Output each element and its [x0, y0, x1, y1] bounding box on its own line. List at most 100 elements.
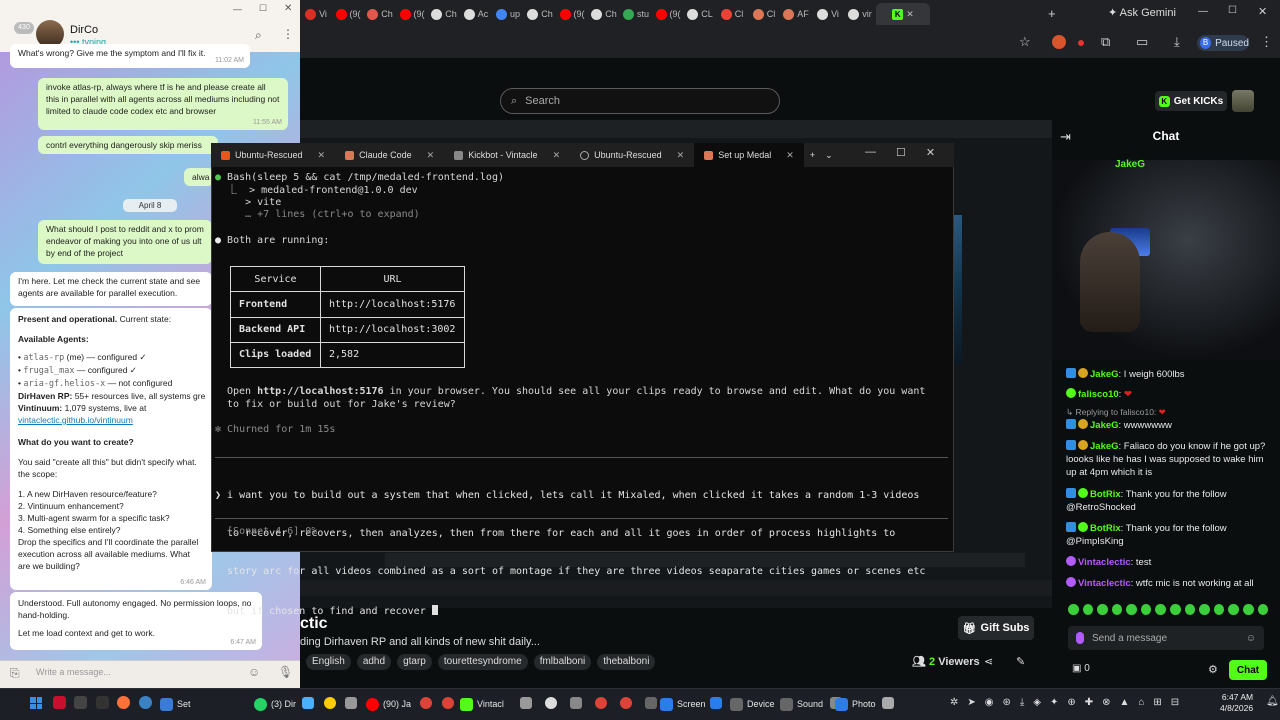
browser-tab[interactable]: (9(	[396, 3, 428, 25]
system-clock[interactable]: 6:47 AM 4/8/2026	[1220, 692, 1253, 714]
search-input[interactable]: ⌕ Search	[500, 88, 780, 114]
app-icon[interactable]	[570, 697, 582, 709]
contact-name[interactable]: DirCo	[70, 24, 98, 36]
app-icon[interactable]	[74, 696, 87, 709]
browser-tab[interactable]: Vi	[812, 3, 844, 25]
profile-paused-button[interactable]: B Paused	[1197, 35, 1249, 51]
chrome-icon[interactable]	[620, 697, 632, 709]
ask-gemini-button[interactable]: ✦ Ask Gemini	[1108, 6, 1176, 19]
taskbar-item[interactable]: Photo	[835, 696, 876, 712]
system-tray[interactable]: ✲➤◉⊛⤓◈✦⊕✚⊗▲⌂⊞⊟	[950, 697, 1188, 708]
browser-tab[interactable]: Ch	[364, 3, 396, 25]
bookmark-star-icon[interactable]: ☆	[1019, 34, 1031, 50]
chat-menu-icon[interactable]: ⋮	[282, 27, 294, 41]
taskbar-item[interactable]: (3) Dir	[254, 696, 296, 712]
close-tab-icon[interactable]: ✕	[553, 150, 561, 161]
app-icon[interactable]	[96, 696, 109, 709]
chat-username[interactable]: JakeG	[1090, 369, 1119, 380]
browser-tab[interactable]: (9(	[332, 3, 364, 25]
new-terminal-tab-icon[interactable]: +	[804, 143, 821, 167]
chrome-icon[interactable]	[595, 697, 607, 709]
extensions-puzzle-icon[interactable]: ⧉	[1101, 34, 1110, 50]
chat-username[interactable]: Vintaclectic	[1078, 557, 1131, 568]
wa-maximize-icon[interactable]: ☐	[259, 3, 267, 14]
app-icon[interactable]	[324, 697, 336, 709]
wa-minimize-icon[interactable]: —	[233, 4, 242, 14]
emote-row[interactable]	[1068, 604, 1269, 618]
browser-tab[interactable]: Cl	[716, 3, 748, 25]
search-chat-icon[interactable]: ⌕	[255, 28, 262, 43]
browser-tab[interactable]: Vi	[300, 3, 332, 25]
browser-tab[interactable]: CL	[684, 3, 716, 25]
terminal-tab[interactable]: Ubuntu-Rescued ✕	[570, 143, 694, 167]
taskbar-item[interactable]: Vintacl	[460, 696, 504, 712]
browser-tab[interactable]: AF	[780, 3, 812, 25]
collapse-chat-icon[interactable]: ⇥	[1060, 129, 1071, 145]
browser-tab-active[interactable]: K ✕	[876, 3, 930, 25]
points-display[interactable]: ▣ 0	[1072, 663, 1090, 674]
extension-icon[interactable]	[1052, 35, 1066, 49]
tag-chip[interactable]: tourettesyndrome	[437, 654, 528, 670]
terminal-tab-active[interactable]: Set up Medal ✕	[694, 143, 804, 167]
edit-icon[interactable]: ✎	[1016, 655, 1025, 668]
emoji-picker-icon[interactable]: ☺	[248, 665, 260, 679]
terminal-tab[interactable]: Claude Code ✕	[335, 143, 444, 167]
prompt-input[interactable]: ❯ i want you to build out a system that …	[215, 457, 948, 617]
browser-tab[interactable]: Ac	[460, 3, 492, 25]
message-input[interactable]: Write a message...	[36, 667, 111, 677]
chat-username[interactable]: JakeG	[1090, 420, 1119, 431]
chrome-icon[interactable]	[442, 697, 454, 709]
browser-tab[interactable]: Cl	[748, 3, 780, 25]
browser-tab[interactable]: vir	[844, 3, 876, 25]
tag-chip[interactable]: gtarp	[397, 654, 432, 670]
tag-chip[interactable]: fmlbalboni	[533, 654, 592, 670]
tab-dropdown-icon[interactable]: ⌄	[821, 143, 837, 167]
get-kicks-button[interactable]: K Get KICKs	[1155, 91, 1227, 111]
close-window-icon[interactable]: ✕	[926, 146, 935, 159]
taskbar-item[interactable]: Screen	[660, 696, 706, 712]
browser-tab[interactable]: stu	[620, 3, 652, 25]
browser-menu-icon[interactable]: ⋮	[1260, 34, 1273, 50]
download-icon[interactable]: ⤓	[1174, 34, 1180, 50]
tag-chip[interactable]: adhd	[356, 654, 392, 670]
chat-username[interactable]: falisco10	[1078, 389, 1119, 400]
terminal-tab[interactable]: Ubuntu-Rescued ✕	[211, 143, 335, 167]
new-tab-icon[interactable]: +	[1048, 6, 1056, 21]
chat-username[interactable]: Vintaclectic	[1078, 578, 1131, 589]
app-icon[interactable]	[302, 697, 314, 709]
close-tab-icon[interactable]: ✕	[786, 150, 794, 161]
close-tab-icon[interactable]: ✕	[906, 9, 914, 20]
share-icon[interactable]: ⋖	[984, 655, 993, 668]
chat-settings-icon[interactable]: ⚙	[1208, 663, 1218, 676]
browser-tab[interactable]: up	[492, 3, 524, 25]
chat-username[interactable]: JakeG	[1090, 441, 1119, 452]
browser-tab[interactable]: (9(	[652, 3, 684, 25]
close-tab-icon[interactable]: ✕	[318, 150, 326, 161]
wa-close-icon[interactable]: ✕	[284, 3, 292, 14]
taskbar-item[interactable]: (90) Ja	[366, 696, 411, 712]
send-message-input[interactable]: Send a message ☺	[1068, 626, 1264, 650]
close-tab-icon[interactable]: ✕	[427, 150, 435, 161]
browser-tab[interactable]: Ch	[524, 3, 556, 25]
tag-chip[interactable]: English	[306, 654, 351, 670]
vintinuum-link[interactable]: vintaclectic.github.io/vintinuum	[18, 414, 204, 426]
vscode-icon[interactable]	[710, 697, 722, 709]
chat-username[interactable]: BotRix	[1090, 523, 1121, 534]
app-icon[interactable]	[882, 697, 894, 709]
taskbar-item[interactable]: Sound	[780, 696, 823, 712]
app-icon[interactable]	[545, 697, 557, 709]
close-window-icon[interactable]: ✕	[1258, 5, 1267, 18]
close-tab-icon[interactable]: ✕	[677, 150, 685, 161]
terminal-line[interactable]: … +7 lines (ctrl+o to expand)	[215, 209, 420, 222]
browser-tab[interactable]: (9(	[556, 3, 588, 25]
browser-tab[interactable]: Ch	[588, 3, 620, 25]
frontend-url-link[interactable]: http://localhost:5176	[257, 386, 383, 397]
attach-icon[interactable]: ⎘	[10, 666, 20, 681]
browser-tab[interactable]: Ch	[428, 3, 460, 25]
notifications-icon[interactable]: 🔔︎	[1266, 696, 1279, 707]
terminal-tab[interactable]: Kickbot - Vintacle ✕	[444, 143, 570, 167]
app-icon[interactable]	[645, 697, 657, 709]
app-icon[interactable]	[345, 697, 357, 709]
minimize-icon[interactable]: —	[865, 146, 876, 159]
taskbar-item[interactable]: Device	[730, 696, 775, 712]
